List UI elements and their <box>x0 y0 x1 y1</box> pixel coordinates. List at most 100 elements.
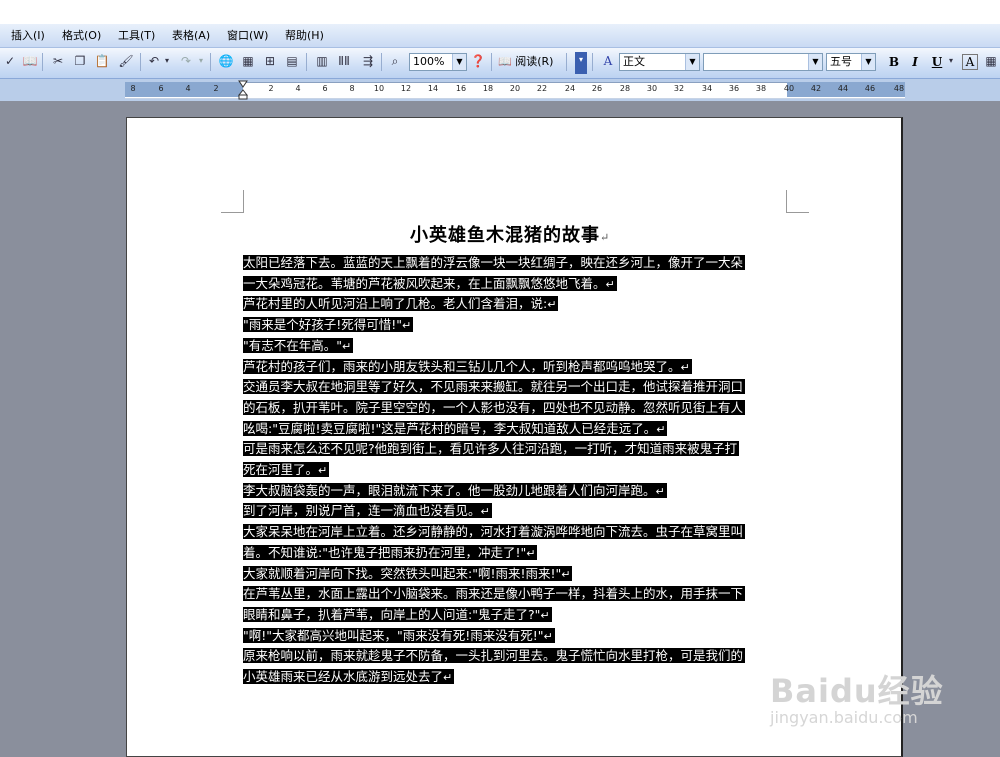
read-label: 阅读(R) <box>515 55 554 68</box>
paragraph-mark: ↵ <box>443 671 453 684</box>
paragraph-mark: ↵ <box>547 298 557 311</box>
selected-text-line[interactable]: "啊!"大家都高兴地叫起来，"雨来没有死!雨来没有死!"↵ <box>243 626 555 645</box>
menu-help[interactable]: 帮助(H) <box>283 28 326 43</box>
bold-button[interactable]: B <box>885 53 903 71</box>
hyperlink-icon[interactable]: 🌐 <box>218 53 234 69</box>
redo-icon[interactable]: ↷ <box>178 53 194 69</box>
selected-text-line[interactable]: 芦花村里的人听见河沿上响了几枪。老人们含着泪，说:↵ <box>243 294 559 313</box>
selected-text-line[interactable]: "雨来是个好孩子!死得可惜!"↵ <box>243 315 414 334</box>
cut-icon[interactable]: ✂ <box>50 53 66 69</box>
selected-text-line[interactable]: 吆喝:"豆腐啦!卖豆腐啦!"这是芦花村的暗号，李大叔知道敌人已经走远了。↵ <box>243 419 668 438</box>
underline-dropdown-icon[interactable]: ▾ <box>946 53 956 69</box>
line-text: 原来枪响以前，雨来就趁鬼子不防备，一头扎到河里去。鬼子慌忙向水里打枪，可是我们的 <box>243 648 744 663</box>
selected-text-line[interactable]: 可是雨来怎么还不见呢?他跑到街上，看见许多人往河沿跑，一打听，才知道雨来被鬼子打 <box>243 439 740 458</box>
read-button[interactable]: 📖 阅读(R) <box>498 53 553 71</box>
spelling-icon[interactable]: ✓ <box>2 53 18 69</box>
show-hide-icon[interactable]: ⌕ <box>387 53 403 69</box>
font-combo[interactable]: ▼ <box>703 53 823 71</box>
undo-icon[interactable]: ↶ <box>146 53 162 69</box>
chevron-down-icon[interactable]: ▼ <box>861 54 875 70</box>
ruler-tick-label: 46 <box>864 84 876 93</box>
selected-text-line[interactable]: 的石板，扒开苇叶。院子里空空的，一个人影也没有，四处也不见动静。忽然听见街上有人 <box>243 398 746 417</box>
document-map-icon[interactable]: ⇶ <box>360 53 376 69</box>
line-text: 吆喝:"豆腐啦!卖豆腐啦!"这是芦花村的暗号，李大叔知道敌人已经走远了。 <box>243 421 657 436</box>
insert-table-icon[interactable]: ⊞ <box>262 53 278 69</box>
toolbar-options-icon[interactable]: ▾ <box>575 52 587 74</box>
selected-text-line[interactable]: 一大朵鸡冠花。苇塘的芦花被风吹起来，在上面飘飘悠悠地飞着。↵ <box>243 274 617 293</box>
insert-excel-icon[interactable]: ▤ <box>284 53 300 69</box>
menu-format[interactable]: 格式(O) <box>60 28 103 43</box>
selected-text-line[interactable]: 大家就顺着河岸向下找。突然铁头叫起来:"啊!雨来!雨来!"↵ <box>243 564 573 583</box>
char-shading-icon[interactable]: ▦ <box>983 53 999 69</box>
ruler-tick-label: 10 <box>373 84 385 93</box>
char-border-button[interactable]: A <box>962 54 978 70</box>
chevron-down-icon[interactable]: ▼ <box>808 54 822 70</box>
ruler-tick-label: 4 <box>185 84 191 93</box>
selected-text-line[interactable]: 大家呆呆地在河岸上立着。还乡河静静的，河水打着漩涡哗哗地向下流去。虫子在草窝里叫 <box>243 522 746 541</box>
ruler-tick-label: 2 <box>213 84 219 93</box>
line-text: 可是雨来怎么还不见呢?他跑到街上，看见许多人往河沿跑，一打听，才知道雨来被鬼子打 <box>243 441 738 456</box>
line-text: 着。不知谁说:"也许鬼子把雨来扔在河里，冲走了!" <box>243 545 527 560</box>
menu-table[interactable]: 表格(A) <box>170 28 212 43</box>
selected-text-line[interactable]: 眼睛和鼻子，扒着芦苇，向岸上的人问道:"鬼子走了?"↵ <box>243 605 552 624</box>
line-text: 芦花村的孩子们，雨来的小朋友铁头和三钻儿几个人，听到枪声都呜呜地哭了。 <box>243 359 681 374</box>
ruler-tick-label: 40 <box>783 84 795 93</box>
line-text: 到了河岸，别说尸首，连一滴血也没看见。 <box>243 503 481 518</box>
ruler-tick-label: 26 <box>591 84 603 93</box>
format-painter-icon[interactable]: 🖌 <box>118 53 134 69</box>
styles-pane-icon[interactable]: A <box>600 53 616 69</box>
selected-text-line[interactable]: 在芦苇丛里，水面上露出个小脑袋来。雨来还是像小鸭子一样，抖着头上的水，用手抹一下 <box>243 584 746 603</box>
chevron-down-icon[interactable]: ▼ <box>685 54 699 70</box>
paragraph-mark: ↵ <box>402 319 412 332</box>
book-icon: 📖 <box>498 55 516 68</box>
selected-text-line[interactable]: 原来枪响以前，雨来就趁鬼子不防备，一头扎到河里去。鬼子慌忙向水里打枪，可是我们的 <box>243 646 746 665</box>
paragraph-mark: ↵ <box>543 630 553 643</box>
paragraph-mark: ↵ <box>480 505 490 518</box>
redo-dropdown-icon[interactable]: ▾ <box>196 53 206 69</box>
paragraph-mark: ↵ <box>342 340 352 353</box>
watermark-url: jingyan.baidu.com <box>770 708 918 727</box>
selected-text-line[interactable]: 太阳已经落下去。蓝蓝的天上飘着的浮云像一块一块红绸子，映在还乡河上，像开了一大朵 <box>243 253 746 272</box>
font-size-combo[interactable]: 五号 ▼ <box>826 53 876 71</box>
line-text: 死在河里了。 <box>243 462 319 477</box>
chevron-down-icon[interactable]: ▼ <box>452 54 466 70</box>
line-text: 太阳已经落下去。蓝蓝的天上飘着的浮云像一块一块红绸子，映在还乡河上，像开了一大朵 <box>243 255 744 270</box>
selected-text-line[interactable]: 死在河里了。↵ <box>243 460 330 479</box>
menu-insert[interactable]: 插入(I) <box>9 28 47 43</box>
help-icon[interactable]: ❓ <box>470 53 486 69</box>
toolbar-separator <box>592 53 593 71</box>
columns-icon[interactable]: ▥ <box>314 53 330 69</box>
document-title[interactable]: 小英雄鱼木混猪的故事↵ <box>410 221 610 247</box>
research-icon[interactable]: 📖 <box>22 53 38 69</box>
menu-window[interactable]: 窗口(W) <box>225 28 270 43</box>
selected-text-line[interactable]: 李大叔脑袋轰的一声，眼泪就流下来了。他一股劲儿地跟着人们向河岸跑。↵ <box>243 481 667 500</box>
ruler-tick-label: 12 <box>400 84 412 93</box>
line-text: "有志不在年高。" <box>243 338 342 353</box>
copy-icon[interactable]: ❐ <box>72 53 88 69</box>
underline-button[interactable]: U <box>928 53 946 71</box>
selected-text-line[interactable]: 小英雄雨来已经从水底游到远处去了↵ <box>243 667 455 686</box>
italic-button[interactable]: I <box>906 53 924 71</box>
selected-text-line[interactable]: 到了河岸，别说尸首，连一滴血也没看见。↵ <box>243 501 492 520</box>
drawing-icon[interactable]: ⅡⅡ <box>336 53 352 69</box>
menu-tools[interactable]: 工具(T) <box>116 28 157 43</box>
zoom-combo[interactable]: 100% ▼ <box>409 53 467 71</box>
watermark-logo: Baidu经验 <box>770 672 944 710</box>
style-combo[interactable]: 正文 ▼ <box>619 53 700 71</box>
selected-text-line[interactable]: 交通员李大叔在地洞里等了好久，不见雨来来搬缸。就往另一个出口走，他试探着推开洞口 <box>243 377 746 396</box>
selected-text-line[interactable]: 芦花村的孩子们，雨来的小朋友铁头和三钻儿几个人，听到枪声都呜呜地哭了。↵ <box>243 357 692 376</box>
ruler-tick-label: 2 <box>268 84 274 93</box>
selected-text-line[interactable]: "有志不在年高。"↵ <box>243 336 354 355</box>
tables-borders-icon[interactable]: ▦ <box>240 53 256 69</box>
toolbar-separator <box>140 53 141 71</box>
indent-marker-icon[interactable] <box>238 80 248 100</box>
selected-text-line[interactable]: 着。不知谁说:"也许鬼子把雨来扔在河里，冲走了!"↵ <box>243 543 538 562</box>
ruler-tick-label: 22 <box>536 84 548 93</box>
undo-dropdown-icon[interactable]: ▾ <box>162 53 172 69</box>
paste-icon[interactable]: 📋 <box>94 53 110 69</box>
ruler-tick-label: 8 <box>349 84 355 93</box>
paragraph-mark: ↵ <box>540 609 550 622</box>
line-text: 李大叔脑袋轰的一声，眼泪就流下来了。他一股劲儿地跟着人们向河岸跑。 <box>243 483 656 498</box>
line-text: "雨来是个好孩子!死得可惜!" <box>243 317 403 332</box>
paragraph-mark: ↵ <box>600 231 611 244</box>
